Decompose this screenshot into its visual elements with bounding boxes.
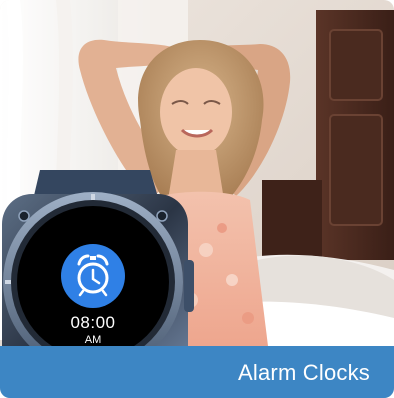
watch-ampm: AM xyxy=(84,334,102,346)
caption-text: Alarm Clocks xyxy=(238,360,370,385)
alarm-clock-icon xyxy=(61,244,125,308)
promo-card: 08:00 AM Alarm Clocks xyxy=(0,0,394,398)
watch-time: 08:00 xyxy=(70,313,116,332)
